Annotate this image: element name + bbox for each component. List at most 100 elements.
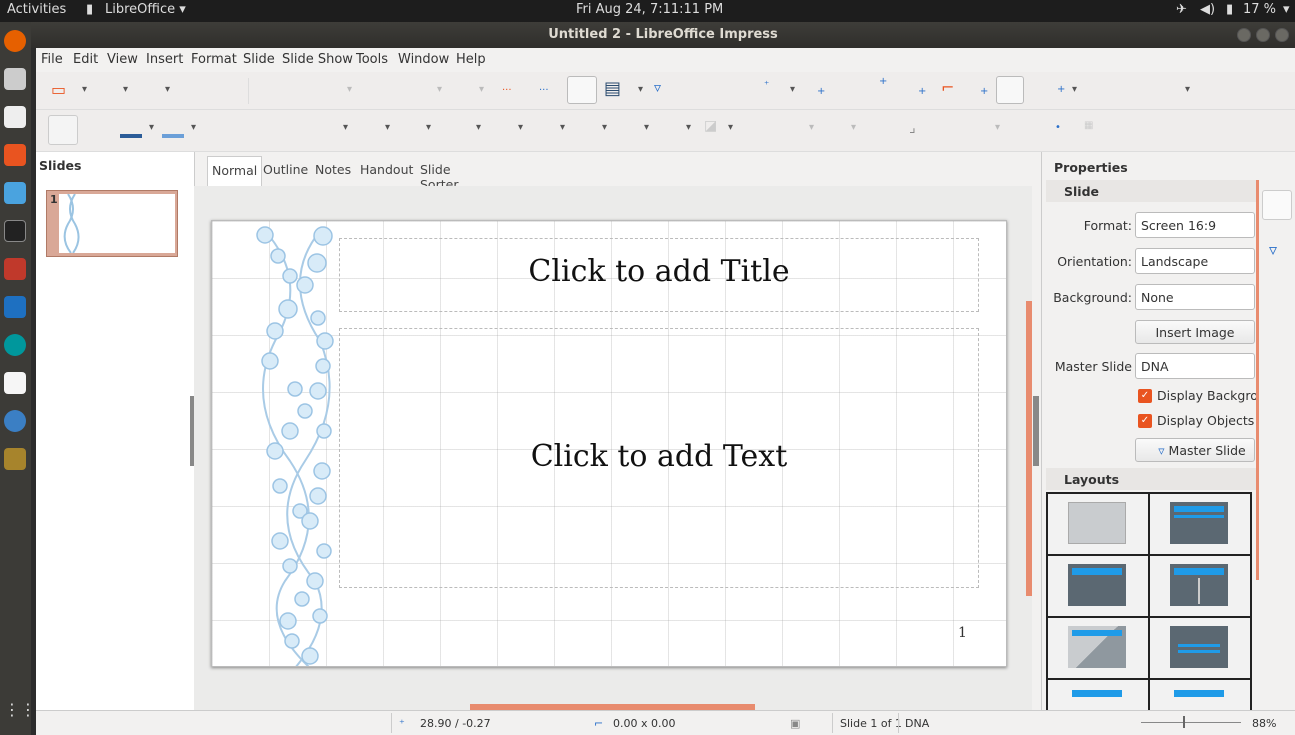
- dropdown-icon[interactable]: ▾: [518, 122, 523, 133]
- properties-deck-button[interactable]: [1262, 190, 1292, 220]
- fill-color-icon[interactable]: [162, 134, 184, 138]
- slide-canvas[interactable]: Click to add Title Click to add Text 1: [194, 186, 1032, 710]
- dropdown-icon[interactable]: ▾: [347, 84, 352, 95]
- menu-edit[interactable]: Edit: [73, 52, 98, 67]
- dropdown-icon[interactable]: ▾: [560, 122, 565, 133]
- dropdown-icon[interactable]: ▾: [809, 122, 814, 133]
- volume-icon[interactable]: ◀): [1200, 2, 1215, 17]
- tab-notes[interactable]: Notes: [311, 156, 355, 186]
- layout-item[interactable]: [1048, 680, 1148, 710]
- master-slide-select[interactable]: DNA: [1135, 353, 1255, 379]
- menu-slide-show[interactable]: Slide Show: [282, 52, 353, 67]
- layout-title-diagonal[interactable]: [1048, 618, 1148, 678]
- dropdown-icon[interactable]: ▾: [1072, 84, 1077, 95]
- apps-grid-icon[interactable]: [4, 258, 26, 280]
- menu-format[interactable]: Format: [191, 52, 237, 67]
- display-objects-checkbox[interactable]: ✓: [1138, 414, 1152, 428]
- arduino-icon[interactable]: [4, 334, 26, 356]
- software-center-icon[interactable]: [4, 144, 26, 166]
- dropdown-icon[interactable]: ▾: [385, 122, 390, 133]
- start-slideshow-icon[interactable]: ▭: [51, 80, 66, 99]
- virtualbox-icon[interactable]: [4, 182, 26, 204]
- dropdown-icon[interactable]: ▾: [995, 122, 1000, 133]
- spelling-icon[interactable]: ...: [502, 82, 512, 93]
- layout-item[interactable]: [1150, 680, 1250, 710]
- activities-button[interactable]: Activities: [7, 2, 66, 17]
- glue-point-icon[interactable]: +: [879, 76, 887, 87]
- dropdown-icon[interactable]: ▾: [426, 122, 431, 133]
- zoom-slider[interactable]: [1141, 722, 1241, 723]
- glue-point-icon[interactable]: +: [980, 86, 988, 97]
- slide-thumbnail[interactable]: 1: [46, 190, 178, 257]
- dropdown-icon[interactable]: ▾: [851, 122, 856, 133]
- minimize-button[interactable]: [1237, 28, 1251, 42]
- maximize-button[interactable]: [1256, 28, 1270, 42]
- help-icon[interactable]: [4, 410, 26, 432]
- shadow-icon[interactable]: ◪: [704, 118, 717, 134]
- layout-title-only[interactable]: [1150, 494, 1250, 554]
- dropdown-icon[interactable]: ▾: [165, 84, 170, 95]
- menu-insert[interactable]: Insert: [146, 52, 183, 67]
- vscode-icon[interactable]: [4, 296, 26, 318]
- background-select[interactable]: None: [1135, 284, 1255, 310]
- layout-centered-text[interactable]: [1150, 618, 1250, 678]
- app-menu[interactable]: LibreOffice ▾: [105, 2, 186, 17]
- master-slide-name[interactable]: DNA: [905, 717, 929, 730]
- tab-slide-sorter[interactable]: Slide Sorter: [416, 156, 462, 192]
- comment-icon[interactable]: ▿: [654, 80, 661, 96]
- dropdown-icon[interactable]: ▾: [191, 122, 196, 133]
- slide[interactable]: Click to add Title Click to add Text 1: [211, 220, 1007, 667]
- layout-title-content[interactable]: [1048, 556, 1148, 616]
- impress-icon[interactable]: [4, 372, 26, 394]
- dropdown-icon[interactable]: ▾: [476, 122, 481, 133]
- files-icon[interactable]: [4, 106, 26, 128]
- dropdown-icon[interactable]: ▾: [437, 84, 442, 95]
- zoom-level[interactable]: 88%: [1252, 717, 1276, 730]
- system-menu-icon[interactable]: ▾: [1283, 2, 1290, 17]
- menu-file[interactable]: File: [41, 52, 63, 67]
- line-color-icon[interactable]: [120, 134, 142, 138]
- dropdown-icon[interactable]: ▾: [638, 84, 643, 95]
- clock[interactable]: Fri Aug 24, 7:11:11 PM: [576, 2, 723, 17]
- sidebar-collapse-handle[interactable]: [1033, 396, 1039, 466]
- dropdown-icon[interactable]: ▾: [790, 84, 795, 95]
- format-select[interactable]: Screen 16:9: [1135, 212, 1255, 238]
- glue-point-icon[interactable]: +: [1057, 84, 1065, 95]
- master-slides-deck-icon[interactable]: ▿: [1269, 240, 1277, 259]
- corner-icon[interactable]: ⌟: [909, 120, 916, 136]
- tab-handout[interactable]: Handout: [356, 156, 417, 186]
- master-slides-button[interactable]: ▿ Master Slide: [1135, 438, 1255, 462]
- crop-icon[interactable]: ⌐: [941, 78, 954, 97]
- terminal-icon[interactable]: [4, 220, 26, 242]
- glue-icon[interactable]: ▦: [1084, 120, 1093, 131]
- menu-view[interactable]: View: [107, 52, 138, 67]
- close-button[interactable]: [1275, 28, 1289, 42]
- dropdown-icon[interactable]: ▾: [343, 122, 348, 133]
- exit-group-button[interactable]: [996, 76, 1024, 104]
- layout-title-two-content[interactable]: [1150, 556, 1250, 616]
- glue-point-icon[interactable]: +: [817, 86, 825, 97]
- menu-help[interactable]: Help: [456, 52, 486, 67]
- insert-image-button[interactable]: Insert Image: [1135, 320, 1255, 344]
- dropdown-icon[interactable]: ▾: [1185, 84, 1190, 95]
- dropdown-icon[interactable]: ▾: [602, 122, 607, 133]
- title-placeholder[interactable]: Click to add Title: [339, 238, 979, 312]
- formatting-marks-icon[interactable]: ...: [539, 82, 549, 93]
- dropdown-icon[interactable]: ▾: [479, 84, 484, 95]
- tab-outline[interactable]: Outline: [259, 156, 312, 186]
- dropdown-icon[interactable]: ▾: [123, 84, 128, 95]
- firefox-icon[interactable]: [4, 30, 26, 52]
- glue-point-icon[interactable]: +: [918, 86, 926, 97]
- dropdown-icon[interactable]: ▾: [728, 122, 733, 133]
- select-button[interactable]: [48, 115, 78, 145]
- points-icon[interactable]: ⁺: [764, 80, 769, 91]
- display-background-checkbox[interactable]: ✓: [1138, 389, 1152, 403]
- dropdown-icon[interactable]: ▾: [686, 122, 691, 133]
- slideshow-dropdown-icon[interactable]: ▾: [82, 84, 87, 95]
- display-views-icon[interactable]: ▤: [604, 78, 621, 99]
- battery-icon[interactable]: ▮: [1226, 2, 1233, 17]
- zoom-slider-handle[interactable]: [1183, 716, 1185, 728]
- layout-blank[interactable]: [1048, 494, 1148, 554]
- airplane-icon[interactable]: ✈: [1176, 2, 1187, 17]
- document-modified-icon[interactable]: ▣: [790, 717, 800, 730]
